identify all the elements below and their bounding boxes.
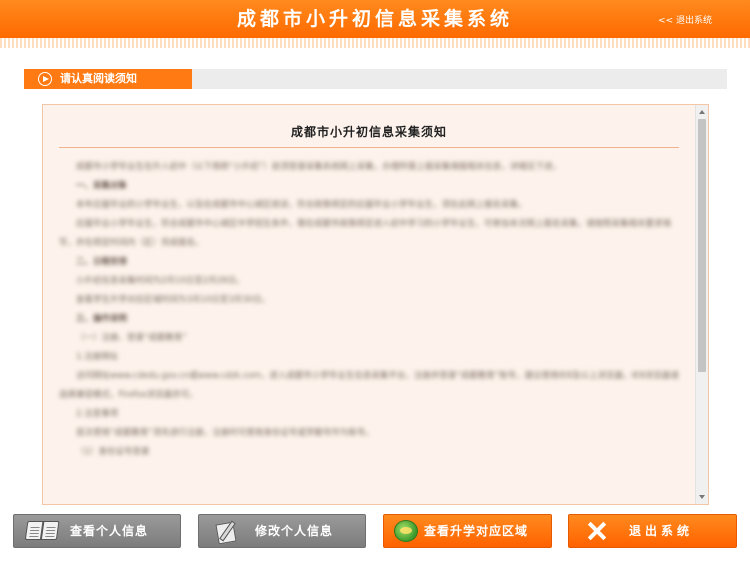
- notice-paragraph: 访问网址www.cdedu.gov.cn或www.cdzk.com，进入成都市小…: [59, 371, 679, 400]
- exit-system-label: 退出系统: [629, 524, 694, 538]
- notice-heading: 三、操作说明: [76, 314, 128, 324]
- exit-system-button[interactable]: 退出系统: [568, 514, 737, 548]
- notice-paragraph: 2.注意事项: [76, 409, 119, 419]
- edit-personal-info-label: 修改个人信息: [255, 524, 334, 538]
- open-book-icon: [24, 521, 62, 542]
- scroll-down-arrow-icon[interactable]: [699, 495, 705, 499]
- notice-scrollbar[interactable]: [695, 105, 708, 504]
- section-bar: 请认真阅读须知: [24, 69, 727, 89]
- scroll-up-arrow-icon[interactable]: [699, 110, 705, 114]
- notice-panel[interactable]: 成都市小升初信息采集须知 成都市小学毕业生在升入初中（以下简称“小升初”）前须登…: [42, 104, 709, 505]
- notice-heading: 二、日程安排: [76, 257, 128, 267]
- view-personal-info-label: 查看个人信息: [70, 524, 149, 538]
- close-icon: [587, 521, 607, 541]
- view-school-area-button[interactable]: 查看升学对应区域: [383, 514, 552, 548]
- notice-paragraph: 应届毕业小学毕业生，符合成都市中心城区中学招生条件，需在成都市政策规定进入初中学…: [59, 219, 672, 248]
- logout-link[interactable]: << 退出系统: [658, 13, 712, 26]
- view-school-area-label: 查看升学对应区域: [424, 524, 529, 538]
- edit-document-icon: [215, 520, 243, 545]
- notice-heading: 一、采集对象: [76, 181, 128, 191]
- notice-paragraph: 查看学生升学对应区域时间为3月10日至3月30日。: [76, 295, 270, 305]
- scroll-thumb[interactable]: [698, 119, 706, 372]
- notice-content: 成都市小升初信息采集须知 成都市小学毕业生在升入初中（以下简称“小升初”）前须登…: [43, 105, 695, 504]
- globe-icon: [394, 520, 418, 542]
- notice-paragraph: 首次使用“成都教育”须先进行注册，注册时可使用身份证号或学籍号作为账号。: [76, 428, 374, 438]
- view-personal-info-button[interactable]: 查看个人信息: [13, 514, 181, 548]
- notice-title: 成都市小升初信息采集须知: [59, 123, 679, 148]
- header-stripe: [0, 38, 750, 48]
- section-tab-read-notice: 请认真阅读须知: [24, 69, 192, 89]
- play-circle-icon: [38, 72, 52, 86]
- notice-paragraph: （一）注册、登录“成都教育”: [76, 333, 187, 343]
- notice-body: 成都市小学毕业生在升入初中（以下简称“小升初”）前须登录采集系统网上采集，办理所…: [59, 158, 679, 462]
- notice-paragraph: 成都市小学毕业生在升入初中（以下简称“小升初”）前须登录采集系统网上采集，办理所…: [76, 162, 561, 172]
- app-title: 成都市小升初信息采集系统: [236, 8, 513, 30]
- edit-personal-info-button[interactable]: 修改个人信息: [198, 514, 366, 548]
- notice-paragraph: （1）身份证号登录: [76, 447, 150, 457]
- notice-paragraph: 小升初信息采集时间为2月10日至2月28日。: [76, 276, 245, 286]
- notice-paragraph: 1.注册网址: [76, 352, 119, 362]
- section-tab-label: 请认真阅读须知: [60, 72, 137, 85]
- notice-paragraph: 本年应届毕业的小学毕业生，以及在成都市中心城区就读，符合政策规定的应届毕业小学毕…: [76, 200, 527, 210]
